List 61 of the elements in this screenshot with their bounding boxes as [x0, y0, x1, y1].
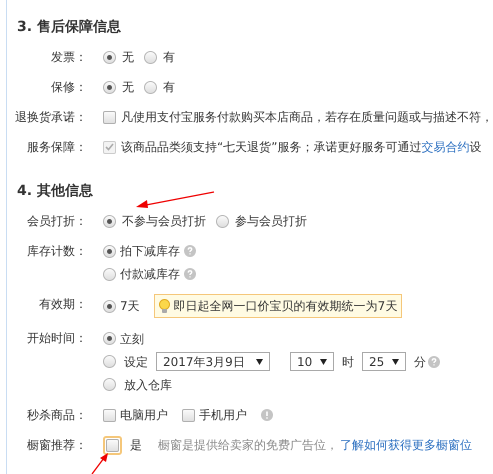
- radio-button[interactable]: [216, 214, 229, 228]
- exclamation-icon: [261, 409, 273, 421]
- radio-label: 放入仓库: [124, 376, 172, 394]
- radio-button[interactable]: [103, 214, 116, 228]
- radio-button[interactable]: [144, 80, 157, 94]
- field-label: 秒杀商品：: [26, 407, 87, 424]
- section-title: 4. 其他信息: [17, 182, 93, 201]
- showcase-link[interactable]: 了解如何获得更多橱窗位: [340, 436, 472, 454]
- dropdown-arrow-icon: [392, 358, 399, 364]
- radio-button[interactable]: [103, 355, 116, 368]
- dropdown[interactable]: 25: [362, 352, 406, 371]
- dropdown-arrow-icon: [256, 358, 263, 364]
- radio-label: 参与会员打折: [235, 213, 307, 230]
- field-label: 库存计数：: [26, 243, 87, 260]
- checkbox-label: 是: [130, 437, 142, 454]
- radio-label: 付款减库存: [120, 266, 180, 283]
- radio-label: 有: [163, 79, 175, 96]
- radio-button[interactable]: [103, 50, 116, 64]
- radio-label: 设定: [124, 354, 148, 370]
- field-label: 会员打折：: [26, 213, 87, 230]
- radio-label: 有: [163, 49, 175, 66]
- unit-label: 时: [342, 354, 354, 370]
- unit-label: 分: [414, 354, 426, 370]
- checkbox[interactable]: [106, 438, 119, 452]
- field-label: 退换货承诺：: [14, 109, 87, 126]
- radio-button[interactable]: [103, 332, 116, 345]
- radio-label: 立刻: [120, 330, 144, 348]
- field-text: 该商品品类须支持“七天退货”服务；承诺更好服务可通过交易合约设: [121, 139, 482, 156]
- checkbox[interactable]: [103, 408, 116, 422]
- checkbox-label: 手机用户: [199, 407, 247, 424]
- dropdown-arrow-icon: [320, 358, 327, 364]
- radio-button[interactable]: [103, 378, 116, 391]
- checkbox[interactable]: [182, 408, 195, 422]
- radio-label: 无: [122, 49, 134, 66]
- checkmark-icon: [105, 143, 114, 151]
- field-label: 橱窗推荐：: [26, 437, 87, 454]
- hint-text: 橱窗是提供给卖家的免费广告位，: [158, 437, 338, 454]
- field-text: 凡使用支付宝服务付款购买本店商品，若存在质量问题或与描述不符，: [121, 109, 493, 126]
- dropdown[interactable]: 10: [290, 352, 334, 371]
- field-label: 开始时间：: [26, 330, 87, 347]
- help-icon: [428, 356, 440, 368]
- radio-button[interactable]: [103, 268, 116, 280]
- checkbox-label: 电脑用户: [120, 407, 168, 424]
- radio-button[interactable]: [103, 300, 116, 312]
- radio-button[interactable]: [103, 244, 116, 258]
- radio-label: 不参与会员打折: [122, 213, 206, 230]
- radio-label: 7天: [120, 298, 140, 315]
- radio-label: 无: [122, 79, 134, 96]
- field-label: 服务保障：: [26, 139, 87, 156]
- tip-text: 即日起全网一口价宝贝的有效期统一为7天: [174, 298, 398, 315]
- radio-button[interactable]: [103, 80, 116, 94]
- section-title: 3. 售后保障信息: [17, 18, 121, 37]
- radio-button[interactable]: [144, 50, 157, 64]
- dropdown[interactable]: 2017年3月9日: [156, 352, 270, 371]
- field-label: 发票：: [50, 49, 87, 66]
- field-label: 有效期：: [38, 296, 87, 313]
- checkbox[interactable]: [103, 110, 116, 124]
- annotation-arrow: [90, 452, 110, 474]
- radio-label: 拍下减库存: [120, 243, 180, 260]
- lightbulb-icon: [158, 298, 170, 314]
- field-label: 保修：: [50, 79, 87, 96]
